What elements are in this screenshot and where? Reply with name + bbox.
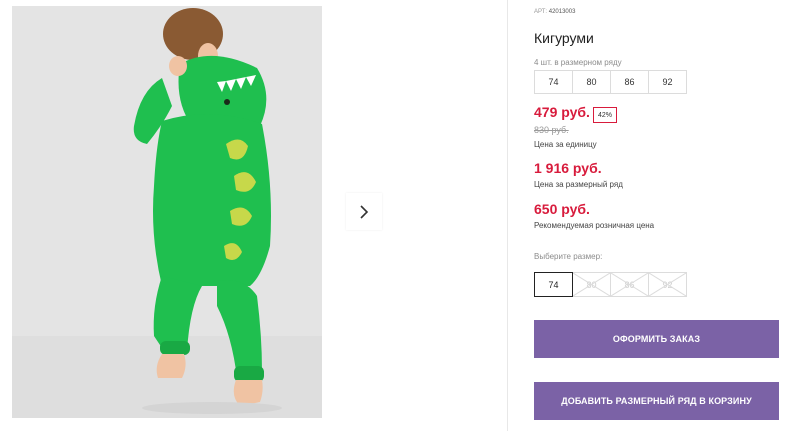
product-photo: [12, 6, 322, 418]
size-row-note: 4 шт. в размерном ряду: [534, 58, 622, 67]
unit-price: 479 руб.: [534, 104, 590, 120]
size-row-cell: 92: [648, 70, 687, 94]
article-number: АРТ: 42013003: [534, 9, 575, 15]
size-option-86[interactable]: 86: [610, 272, 649, 297]
chevron-right-icon: [360, 204, 369, 219]
article-label: АРТ:: [534, 9, 548, 15]
size-row-cell: 74: [534, 70, 573, 94]
size-picker: 74 80 86 92: [534, 272, 687, 297]
choose-size-label: Выберите размер:: [534, 252, 603, 261]
size-option-74[interactable]: 74: [534, 272, 573, 297]
size-row-cell: 80: [572, 70, 611, 94]
row-price: 1 916 руб.: [534, 160, 602, 176]
article-value: 42013003: [548, 9, 576, 15]
unit-price-caption: Цена за единицу: [534, 140, 597, 149]
retail-price: 650 руб.: [534, 201, 590, 217]
kigurumi-image: [12, 6, 322, 418]
row-price-caption: Цена за размерный ряд: [534, 180, 623, 189]
size-option-92[interactable]: 92: [648, 272, 687, 297]
unavailable-cross-icon: [573, 273, 610, 296]
size-row-table: 74 80 86 92: [534, 70, 687, 94]
product-title: Кигуруми: [534, 30, 594, 46]
retail-price-caption: Рекомендуемая розничная цена: [534, 221, 655, 230]
size-option-80[interactable]: 80: [572, 272, 611, 297]
size-row-cell: 86: [610, 70, 649, 94]
product-gallery: [12, 6, 506, 418]
panel-divider: [507, 0, 508, 431]
place-order-button[interactable]: ОФОРМИТЬ ЗАКАЗ: [534, 320, 779, 358]
unavailable-cross-icon: [649, 273, 686, 296]
add-size-row-to-cart-button[interactable]: ДОБАВИТЬ РАЗМЕРНЫЙ РЯД В КОРЗИНУ: [534, 382, 779, 420]
unavailable-cross-icon: [611, 273, 648, 296]
old-price: 830 руб.: [534, 125, 569, 135]
discount-badge: 42%: [593, 107, 617, 123]
next-image-button[interactable]: [346, 193, 382, 230]
